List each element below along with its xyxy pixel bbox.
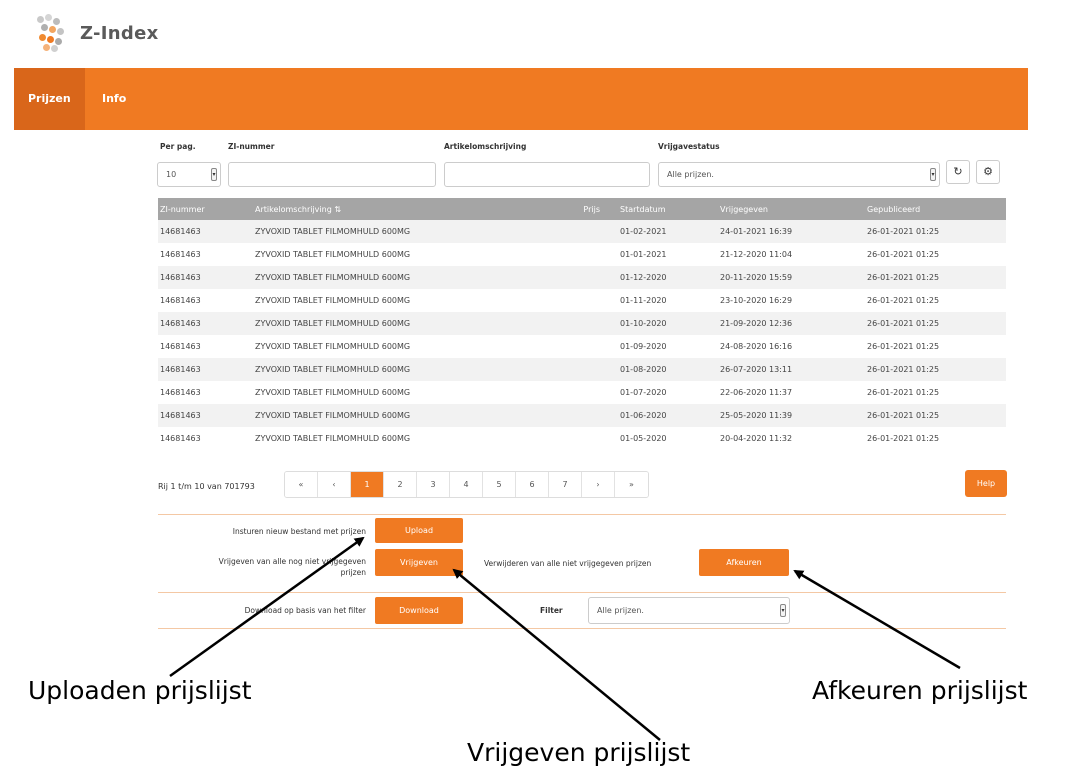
annotation-upload: Uploaden prijslijst — [28, 676, 252, 705]
reject-arrow — [793, 569, 961, 670]
annotation-reject: Afkeuren prijslijst — [812, 676, 1028, 705]
upload-arrow — [169, 536, 365, 678]
release-arrow — [452, 568, 661, 741]
annotation-release: Vrijgeven prijslijst — [467, 738, 691, 767]
annotation-arrows — [169, 536, 961, 741]
